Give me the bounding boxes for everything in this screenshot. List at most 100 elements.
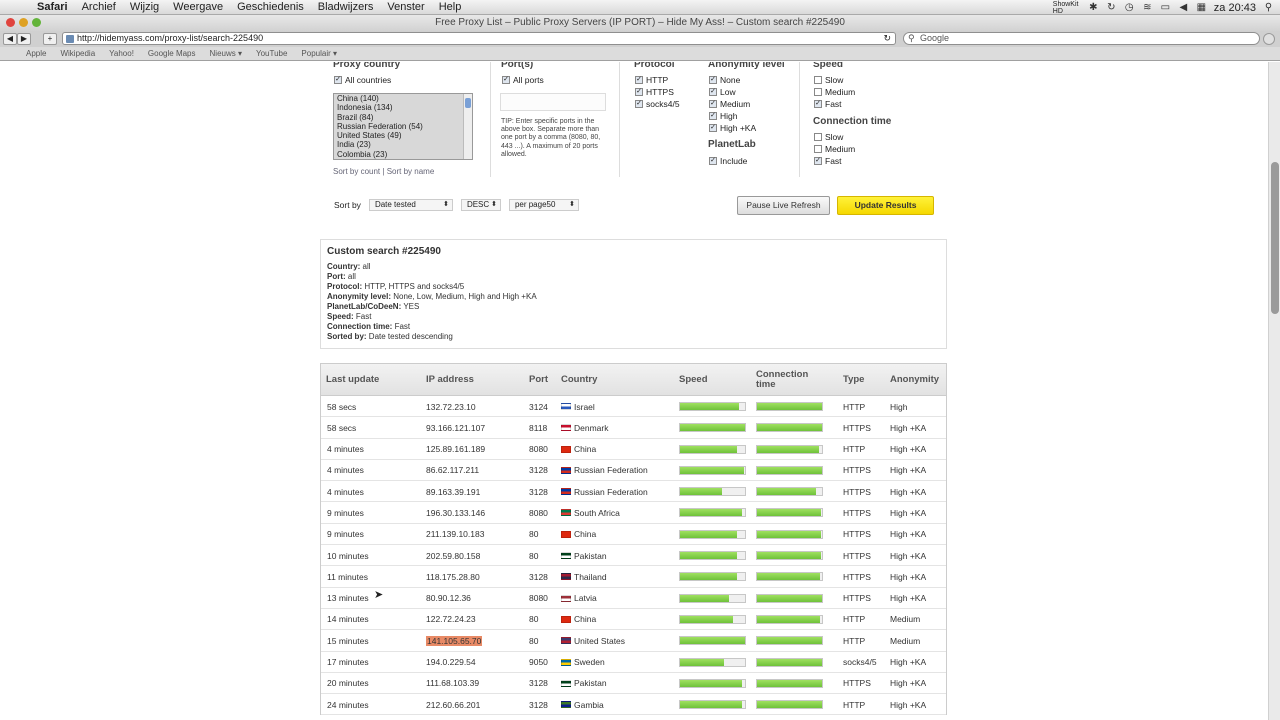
bookmark-item[interactable]: Google Maps — [148, 47, 196, 60]
page-scrollbar[interactable] — [1268, 62, 1280, 720]
col-country[interactable]: Country — [561, 364, 597, 396]
bookmark-item[interactable]: Wikipedia — [60, 47, 95, 60]
menu-app[interactable]: Safari — [30, 0, 75, 15]
cell-ip-address[interactable]: 141.105.65.70 — [426, 630, 483, 651]
col-anonymity[interactable]: Anonymity — [890, 364, 939, 396]
planetlab-include-checkbox[interactable]: ✓ Include — [709, 156, 747, 166]
country-select-list[interactable]: China (140) Indonesia (134) Brazil (84) … — [333, 93, 473, 160]
anonymity-highka-checkbox[interactable]: ✓ High +KA — [709, 123, 756, 133]
bookmark-item[interactable]: Apple — [26, 47, 46, 60]
forward-button[interactable]: ▶ — [17, 33, 31, 45]
bookmark-item[interactable]: YouTube — [256, 47, 287, 60]
cell-ip-address[interactable]: 118.175.28.80 — [426, 566, 480, 587]
sort-by-count-link[interactable]: Sort by count — [333, 167, 380, 176]
col-speed[interactable]: Speed — [679, 364, 708, 396]
close-window-icon[interactable] — [6, 18, 15, 27]
port-input[interactable] — [500, 93, 606, 111]
menu-weergave[interactable]: Weergave — [166, 0, 230, 15]
cell-ip-address[interactable]: 202.59.80.158 — [426, 545, 480, 566]
col-type[interactable]: Type — [843, 364, 864, 396]
menu-venster[interactable]: Venster — [380, 0, 431, 15]
country-option[interactable]: Brazil (84) — [334, 113, 472, 122]
volume-icon[interactable]: ◀ — [1178, 2, 1189, 13]
country-name: Gambia — [574, 699, 604, 710]
display-icon[interactable]: ▭ — [1160, 2, 1171, 13]
anonymity-none-checkbox[interactable]: ✓ None — [709, 75, 740, 85]
cell-ip-address[interactable]: 196.30.133.146 — [426, 502, 485, 523]
spotlight-icon[interactable]: ⚲ — [1263, 2, 1274, 13]
table-row: 17 minutes 194.0.229.54 9050 Sweden socks4/5… — [321, 652, 946, 673]
col-port[interactable]: Port — [529, 364, 548, 396]
sync-icon[interactable]: ↻ — [1106, 2, 1117, 13]
cell-ip-address[interactable]: 132.72.23.10 — [426, 396, 476, 417]
menu-archief[interactable]: Archief — [75, 0, 123, 15]
speed-medium-checkbox[interactable]: Medium — [814, 87, 855, 97]
country-option[interactable]: Russian Federation (54) — [334, 122, 472, 131]
cell-ip-address[interactable]: 80.90.12.36 — [426, 588, 471, 609]
bookmark-item[interactable]: Yahoo! — [109, 47, 134, 60]
checkbox-label: Slow — [825, 132, 844, 142]
update-results-button[interactable]: Update Results — [837, 196, 934, 215]
bluetooth-icon[interactable]: ✱ — [1088, 2, 1099, 13]
page-scroll-thumb[interactable] — [1271, 162, 1279, 314]
menu-bladwijzers[interactable]: Bladwijzers — [311, 0, 381, 15]
add-bookmark-button[interactable]: + — [43, 33, 57, 45]
cell-ip-address[interactable]: 111.68.103.39 — [426, 673, 479, 694]
all-countries-checkbox[interactable]: ✓ All countries — [334, 75, 391, 85]
menu-help[interactable]: Help — [432, 0, 469, 15]
speed-bar-fill — [680, 658, 725, 666]
bookmark-item[interactable]: Nieuws ▾ — [210, 47, 242, 60]
address-bar[interactable]: http://hidemyass.com/proxy-list/search-2… — [62, 32, 896, 45]
sort-by-name-link[interactable]: Sort by name — [387, 167, 435, 176]
col-connection-time[interactable]: Connection time — [756, 364, 818, 396]
back-button[interactable]: ◀ — [3, 33, 17, 45]
conn-medium-checkbox[interactable]: Medium — [814, 144, 855, 154]
cell-ip-address[interactable]: 93.166.121.107 — [426, 417, 485, 438]
protocol-socks-checkbox[interactable]: ✓ socks4/5 — [635, 99, 680, 109]
menu-geschiedenis[interactable]: Geschiedenis — [230, 0, 311, 15]
country-option[interactable]: Colombia (23) — [334, 150, 472, 159]
country-option[interactable]: China (140) — [334, 94, 472, 103]
menu-clock[interactable]: za 20:43 — [1214, 2, 1256, 14]
anonymity-medium-checkbox[interactable]: ✓ Medium — [709, 99, 750, 109]
speed-slow-checkbox[interactable]: Slow — [814, 75, 843, 85]
toolbar-toggle-button[interactable] — [1263, 33, 1275, 45]
protocol-https-checkbox[interactable]: ✓ HTTPS — [635, 87, 674, 97]
all-ports-checkbox[interactable]: ✓ All ports — [502, 75, 544, 85]
anonymity-low-checkbox[interactable]: ✓ Low — [709, 87, 736, 97]
cell-ip-address[interactable]: 89.163.39.191 — [426, 481, 480, 502]
sort-field-select[interactable]: Date tested — [368, 199, 453, 211]
country-option[interactable]: India (23) — [334, 140, 472, 149]
conn-slow-checkbox[interactable]: Slow — [814, 132, 843, 142]
showkit-status[interactable]: ShowKit HD — [1053, 1, 1081, 15]
flag-icon[interactable]: ▦ — [1196, 2, 1207, 13]
wifi-icon[interactable]: ≋ — [1142, 2, 1153, 13]
cell-ip-address[interactable]: 194.0.229.54 — [426, 652, 476, 673]
cell-ip-address[interactable]: 86.62.117.211 — [426, 460, 479, 481]
country-option[interactable]: United States (49) — [334, 131, 472, 140]
sort-order-select[interactable]: DESC — [460, 199, 501, 211]
table-row: 58 secs 93.166.121.107 8118 Denmark HTTPS Hig… — [321, 417, 946, 439]
zoom-window-icon[interactable] — [32, 18, 41, 27]
conn-fast-checkbox[interactable]: ✓ Fast — [814, 156, 842, 166]
time-machine-icon[interactable]: ◷ — [1124, 2, 1135, 13]
menu-wijzig[interactable]: Wijzig — [123, 0, 166, 15]
anonymity-high-checkbox[interactable]: ✓ High — [709, 111, 737, 121]
protocol-http-checkbox[interactable]: ✓ HTTP — [635, 75, 668, 85]
minimize-window-icon[interactable] — [19, 18, 28, 27]
speed-fast-checkbox[interactable]: ✓ Fast — [814, 99, 842, 109]
bookmark-item[interactable]: Populair ▾ — [301, 47, 337, 60]
list-scrollbar[interactable] — [463, 94, 472, 159]
cell-ip-address[interactable]: 212.60.66.201 — [426, 694, 480, 715]
col-ip-address[interactable]: IP address — [426, 364, 474, 396]
cell-ip-address[interactable]: 122.72.24.23 — [426, 609, 476, 630]
cell-ip-address[interactable]: 125.89.161.189 — [426, 439, 485, 460]
per-page-select[interactable]: per page50 — [508, 199, 579, 211]
cell-ip-address[interactable]: 211.139.10.183 — [426, 524, 484, 545]
reload-icon[interactable]: ↻ — [883, 33, 891, 44]
pause-live-refresh-button[interactable]: Pause Live Refresh — [737, 196, 830, 215]
col-last-update[interactable]: Last update — [326, 364, 379, 396]
country-option[interactable]: Indonesia (134) — [334, 103, 472, 112]
search-input[interactable]: ⚲ Google — [903, 32, 1260, 45]
list-scroll-thumb[interactable] — [465, 98, 471, 108]
